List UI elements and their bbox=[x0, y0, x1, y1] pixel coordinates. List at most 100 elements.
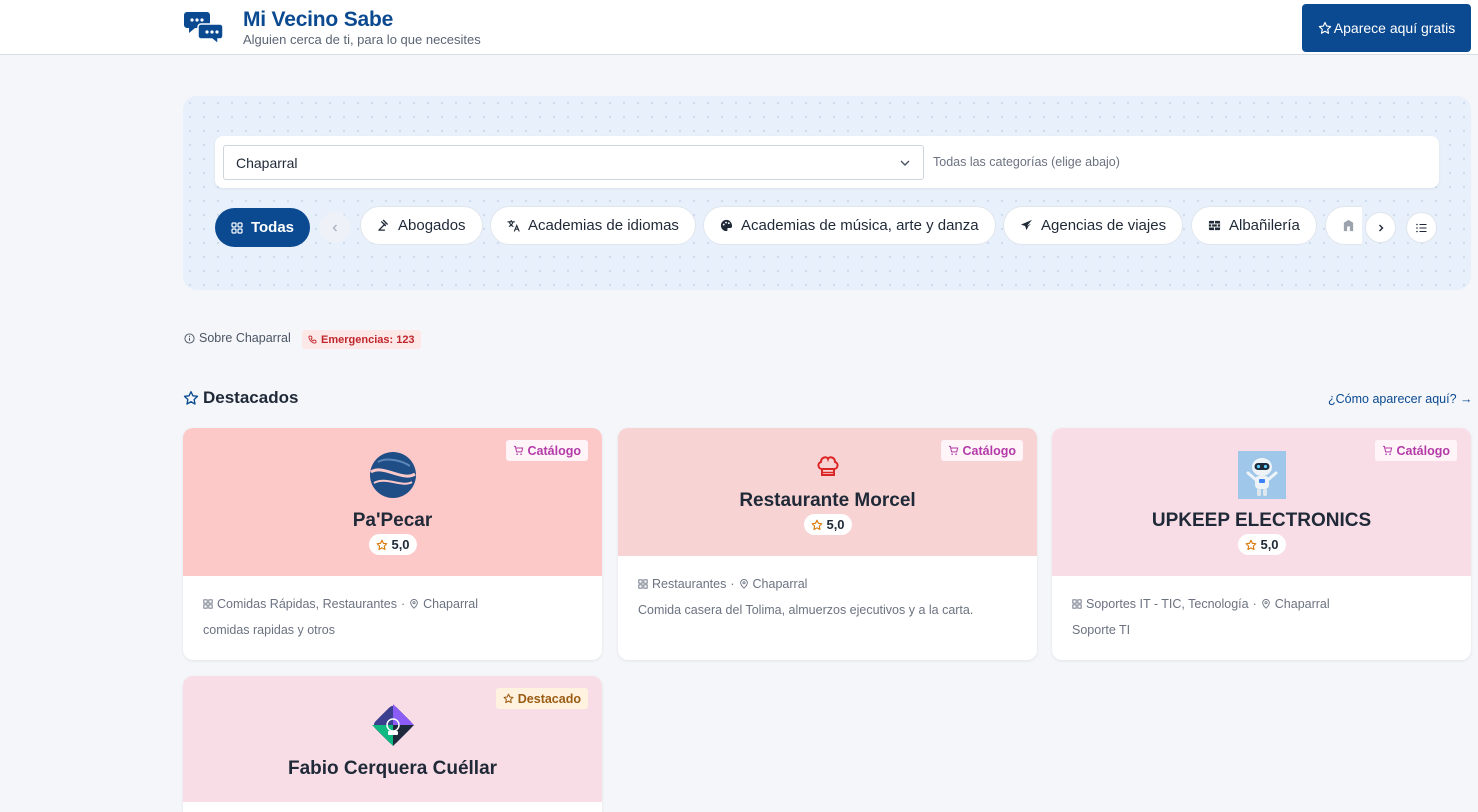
star-icon bbox=[811, 519, 822, 530]
category-chip-agencias-viajes[interactable]: Agencias de viajes bbox=[1003, 206, 1184, 245]
location-select[interactable]: Chaparral bbox=[223, 145, 924, 180]
catalog-badge: Catálogo bbox=[1374, 440, 1457, 461]
category-chip-label: Academias de idiomas bbox=[528, 217, 679, 234]
meta-separator: · bbox=[1252, 597, 1257, 611]
category-chip-label: Albañilería bbox=[1229, 217, 1300, 234]
catalog-badge-label: Catálogo bbox=[527, 443, 581, 458]
category-chip-academias-musica[interactable]: Academias de música, arte y danza bbox=[703, 206, 996, 245]
business-card-morcel[interactable]: Catálogo Restaurante Morcel 5,0 Restaura… bbox=[618, 428, 1037, 660]
scroll-left-button[interactable] bbox=[319, 212, 350, 243]
rating-value: 5,0 bbox=[826, 517, 845, 532]
card-description: comidas rapidas y otros bbox=[203, 623, 336, 637]
meta-separator: · bbox=[400, 597, 406, 611]
card-business-name[interactable]: Pa'Pecar bbox=[183, 510, 602, 532]
top-bar: Mi Vecino Sabe Alguien cerca de ti, para… bbox=[0, 0, 1478, 55]
list-icon bbox=[1416, 223, 1427, 232]
grid-icon bbox=[231, 221, 243, 234]
star-icon bbox=[503, 693, 514, 704]
translate-icon bbox=[507, 219, 520, 232]
category-chip-strip: Abogados Academias de idiomas Academias … bbox=[360, 205, 1362, 247]
grid-icon bbox=[1072, 599, 1082, 609]
brand-subtitle: Alguien cerca de ti, para lo que necesit… bbox=[243, 32, 481, 47]
featured-title-label: Destacados bbox=[203, 388, 299, 407]
location-pin-icon bbox=[739, 579, 748, 589]
card-business-name[interactable]: Fabio Cerquera Cuéllar bbox=[183, 758, 602, 780]
category-list-button[interactable] bbox=[1406, 212, 1437, 243]
location-pin-icon bbox=[1261, 599, 1270, 609]
rating-badge: 5,0 bbox=[368, 534, 417, 555]
grid-icon bbox=[638, 579, 648, 589]
scroll-right-button[interactable] bbox=[1365, 212, 1396, 243]
card-categories: Restaurantes bbox=[652, 577, 727, 591]
category-chip-academias-idiomas[interactable]: Academias de idiomas bbox=[490, 206, 696, 245]
card-business-name[interactable]: UPKEEP ELECTRONICS bbox=[1052, 510, 1471, 532]
catalog-badge: Catálogo bbox=[940, 440, 1023, 461]
appear-free-label: Aparece aquí gratis bbox=[1333, 20, 1456, 36]
emergency-label: Emergencias: 123 bbox=[321, 333, 415, 346]
gavel-icon bbox=[378, 219, 388, 231]
emergency-badge[interactable]: Emergencias: 123 bbox=[302, 330, 421, 349]
card-categories: Comidas Rápidas, Restaurantes bbox=[217, 597, 397, 611]
grid-icon bbox=[203, 599, 213, 609]
plane-icon bbox=[1020, 219, 1033, 231]
card-business-name[interactable]: Restaurante Morcel bbox=[618, 490, 1037, 512]
how-to-appear-link[interactable]: ¿Cómo aparecer aquí? → bbox=[1328, 392, 1473, 406]
cart-icon bbox=[948, 445, 958, 455]
card-meta: Comidas Rápidas, Restaurantes · Chaparra… bbox=[203, 597, 478, 611]
star-icon bbox=[1245, 539, 1256, 550]
robot-logo-icon bbox=[1237, 451, 1286, 499]
location-select-value: Chaparral bbox=[236, 155, 298, 171]
card-description: Comida casera del Tolima, almuerzos ejec… bbox=[638, 603, 974, 617]
featured-section-title: Destacados bbox=[183, 388, 298, 408]
card-location: Chaparral bbox=[1274, 597, 1330, 611]
cart-icon bbox=[513, 445, 523, 455]
category-chip-abogados[interactable]: Abogados bbox=[360, 206, 483, 245]
chevron-left-icon bbox=[332, 224, 337, 231]
star-icon bbox=[1318, 21, 1332, 34]
featured-badge-label: Destacado bbox=[517, 691, 581, 706]
card-location: Chaparral bbox=[752, 577, 808, 591]
rating-value: 5,0 bbox=[391, 537, 410, 552]
phone-icon bbox=[308, 335, 317, 344]
rating-badge: 5,0 bbox=[1237, 534, 1286, 555]
all-categories-label: Todas bbox=[250, 219, 295, 236]
cart-icon bbox=[1382, 445, 1392, 455]
star-icon bbox=[376, 539, 387, 550]
featured-badge: Destacado bbox=[495, 688, 588, 709]
appear-free-button[interactable]: Aparece aquí gratis bbox=[1302, 4, 1471, 52]
catalog-badge-label: Catálogo bbox=[962, 443, 1016, 458]
card-description: Soporte TI bbox=[1072, 623, 1131, 637]
chat-bubbles-logo-icon[interactable] bbox=[184, 8, 226, 48]
meta-separator: · bbox=[730, 577, 735, 591]
rating-value: 5,0 bbox=[1260, 537, 1279, 552]
category-chip-partial[interactable] bbox=[1325, 206, 1362, 245]
business-card-upkeep[interactable]: Catálogo UPKEEP ELECTRONICS 5,0 Soportes… bbox=[1052, 428, 1471, 660]
diamond-logo-icon bbox=[371, 704, 414, 746]
search-panel bbox=[183, 96, 1471, 290]
building-icon bbox=[1343, 219, 1354, 232]
category-filter-placeholder[interactable]: Todas las categorías (elige abajo) bbox=[933, 155, 1120, 169]
star-outline-icon bbox=[183, 391, 199, 405]
chevron-down-icon bbox=[900, 160, 910, 166]
card-location: Chaparral bbox=[423, 597, 479, 611]
business-card-papecar[interactable]: Catálogo Pa'Pecar 5,0 Comidas Rápidas, R… bbox=[183, 428, 602, 660]
category-chip-label: Agencias de viajes bbox=[1041, 217, 1167, 234]
planet-logo-icon bbox=[369, 452, 416, 498]
bricks-icon bbox=[1208, 220, 1221, 231]
category-chip-label: Academias de música, arte y danza bbox=[741, 217, 979, 234]
brand-title[interactable]: Mi Vecino Sabe bbox=[243, 8, 393, 32]
palette-icon bbox=[720, 219, 733, 232]
category-chip-label: Abogados bbox=[398, 217, 466, 234]
rating-badge: 5,0 bbox=[803, 514, 852, 535]
about-city-link[interactable]: Sobre Chaparral bbox=[184, 331, 291, 345]
card-categories: Soportes IT - TIC, Tecnología bbox=[1086, 597, 1249, 611]
business-card-fabio[interactable]: Destacado Fabio Cerquera Cuéllar bbox=[183, 676, 602, 812]
catalog-badge-label: Catálogo bbox=[1396, 443, 1450, 458]
catalog-badge: Catálogo bbox=[505, 440, 588, 461]
all-categories-button[interactable]: Todas bbox=[215, 208, 310, 247]
card-meta: Restaurantes · Chaparral bbox=[638, 577, 807, 591]
chef-hat-icon bbox=[817, 456, 838, 476]
info-icon bbox=[184, 332, 195, 344]
category-chip-albanileria[interactable]: Albañilería bbox=[1191, 206, 1317, 245]
location-pin-icon bbox=[410, 599, 418, 609]
